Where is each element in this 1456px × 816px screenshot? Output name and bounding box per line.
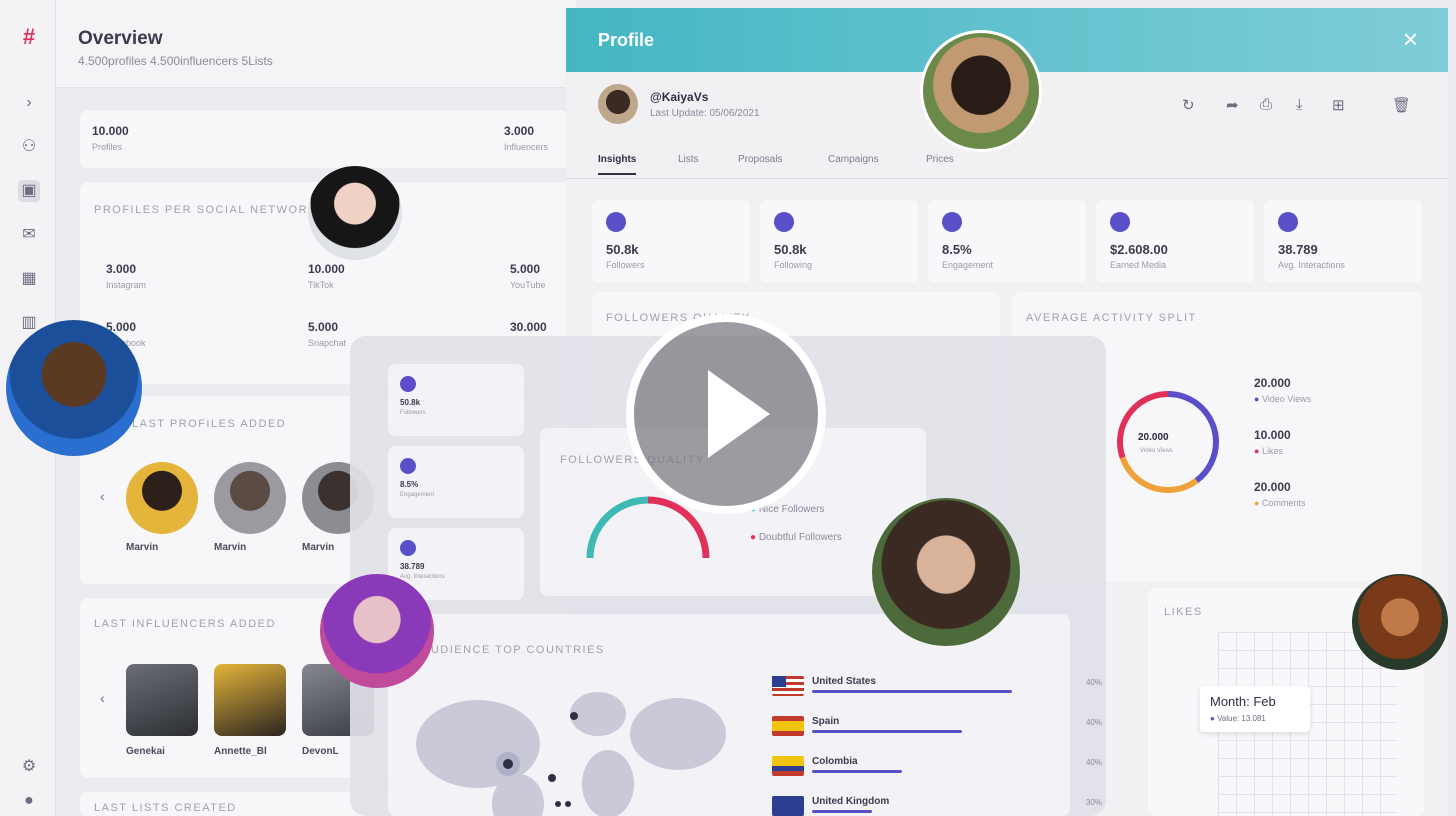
metric-card: 8.5% Engagement (928, 200, 1086, 282)
chevron-left-icon[interactable]: ‹ (100, 488, 105, 504)
section-title: LAST PROFILES ADDED (132, 418, 287, 430)
country-row: Spain 40% (772, 716, 1102, 744)
tab-campaigns[interactable]: Campaigns (828, 154, 879, 165)
countries-card: AUDIENCE TOP COUNTRIES United States 40%… (388, 614, 1102, 816)
network-stat: 30.000 (510, 320, 547, 334)
help-icon[interactable]: ● (18, 790, 40, 812)
section-title: AVERAGE ACTIVITY SPLIT (1026, 312, 1197, 324)
refresh-icon[interactable]: ↻ (1182, 96, 1195, 114)
influencer-name: DevonL (302, 746, 339, 757)
metric-card: 50.8k Following (760, 200, 918, 282)
metric-card: $2.608.00 Earned Media (1096, 200, 1254, 282)
download-icon[interactable]: ⤓ (1296, 96, 1303, 113)
tab-lists[interactable]: Lists (678, 154, 699, 165)
section-title: AUDIENCE TOP COUNTRIES (422, 644, 605, 656)
tabs-divider (566, 178, 1448, 179)
world-map (416, 692, 726, 816)
engagement-icon (400, 458, 416, 474)
section-title: PROFILES PER SOCIAL NETWORK (94, 204, 317, 216)
play-button[interactable] (626, 314, 826, 514)
network-stat: 10.000 TikTok (308, 262, 345, 290)
uk-flag-icon (772, 796, 804, 816)
country-bar (812, 690, 1012, 693)
stat-influencers: 3.000 Influencers (504, 124, 549, 152)
overlay-metric: 50.8k Followers (388, 364, 524, 436)
influencer-thumb[interactable] (126, 664, 198, 736)
calendar-icon[interactable]: ▦ (18, 268, 40, 290)
export-icon[interactable]: ⊞ (1332, 96, 1345, 114)
influencer-bubble (320, 574, 434, 688)
influencer-bubble (6, 320, 142, 456)
stat-profiles: 10.000 Profiles (92, 124, 129, 152)
influencer-bubble (308, 166, 402, 260)
country-row: United Kingdom 30% (772, 796, 1102, 816)
section-title: LIKES (1164, 606, 1203, 618)
influencer-bubble (920, 30, 1042, 152)
metric-card: 38.789 Avg. Interactions (1264, 200, 1422, 282)
overlay-metric: 8.5% Engagement (388, 446, 524, 518)
profile-name: Marvin (214, 542, 247, 553)
followers-icon (400, 376, 416, 392)
profile-name: Marvin (126, 542, 159, 553)
activity-legend-item: 10.000 ● Likes (1254, 428, 1291, 456)
profile-title: Profile (598, 30, 655, 50)
quality-legend-item: ● Doubtful Followers (750, 532, 842, 543)
country-row: United States 40% (772, 676, 1102, 704)
settings-icon[interactable]: ⚙ (18, 756, 40, 778)
influencer-thumb[interactable] (214, 664, 286, 736)
dollar-icon (1110, 212, 1130, 232)
overview-header: Overview 4.500profiles 4.500influencers … (56, 0, 576, 88)
stats-card: 10.000 Profiles 3.000 Influencers (80, 110, 570, 168)
interactions-icon (400, 540, 416, 556)
influencer-bubble (1352, 574, 1448, 670)
avatar[interactable] (214, 462, 286, 534)
section-title: LAST LISTS CREATED (94, 802, 237, 814)
logo-icon[interactable]: # (18, 26, 40, 48)
engagement-icon (942, 212, 962, 232)
play-icon (708, 370, 770, 458)
us-flag-icon (772, 676, 804, 696)
last-update: Last Update: 05/06/2021 (650, 108, 760, 119)
avatar[interactable] (126, 462, 198, 534)
tab-prices[interactable]: Prices (926, 154, 954, 165)
influencer-name: Annette_Bl (214, 746, 267, 757)
mail-icon[interactable]: ✉ (18, 224, 40, 246)
chevron-right-icon[interactable]: › (18, 92, 40, 114)
donut-center-value: 20.000 (1138, 432, 1169, 443)
trash-icon[interactable]: 🗑 (1392, 96, 1411, 114)
tab-insights[interactable]: Insights (598, 154, 637, 175)
profile-handle: @KaiyaVs (650, 90, 709, 104)
close-icon[interactable]: × (1403, 24, 1418, 55)
network-stat: 5.000 Snapchat (308, 320, 347, 348)
country-bar (812, 770, 902, 773)
network-stat: 3.000 Instagram (106, 262, 147, 290)
spain-flag-icon (772, 716, 804, 736)
followers-icon (606, 212, 626, 232)
section-title: LAST INFLUENCERS ADDED (94, 618, 276, 630)
likes-tooltip: Month: Feb ● Value: 13.081 (1200, 686, 1310, 732)
share-icon[interactable]: ➦ (1226, 96, 1239, 114)
country-bar (812, 730, 962, 733)
following-icon (774, 212, 794, 232)
profile-icon[interactable]: ▣ (18, 180, 40, 202)
influencer-bubble (872, 498, 1020, 646)
country-row: Colombia 40% (772, 756, 1102, 784)
metric-card: 50.8k Followers (592, 200, 750, 282)
interactions-icon (1278, 212, 1298, 232)
print-icon[interactable]: ⎙ (1260, 96, 1272, 113)
page-title: Overview (78, 28, 163, 49)
country-bar (812, 810, 872, 813)
activity-legend-item: 20.000 ● Comments (1254, 480, 1306, 508)
network-stat: 5.000 YouTube (510, 262, 546, 290)
users-icon[interactable]: ⚇ (18, 136, 40, 158)
colombia-flag-icon (772, 756, 804, 776)
profile-avatar (598, 84, 638, 124)
profile-name: Marvin (302, 542, 335, 553)
tab-proposals[interactable]: Proposals (738, 154, 782, 165)
page-subtitle: 4.500profiles 4.500influencers 5Lists (78, 54, 273, 68)
donut-center-label: Video Views (1140, 448, 1173, 454)
activity-legend-item: 20.000 ● Video Views (1254, 376, 1312, 404)
influencer-name: Genekai (126, 746, 165, 757)
chevron-left-icon[interactable]: ‹ (100, 690, 105, 706)
